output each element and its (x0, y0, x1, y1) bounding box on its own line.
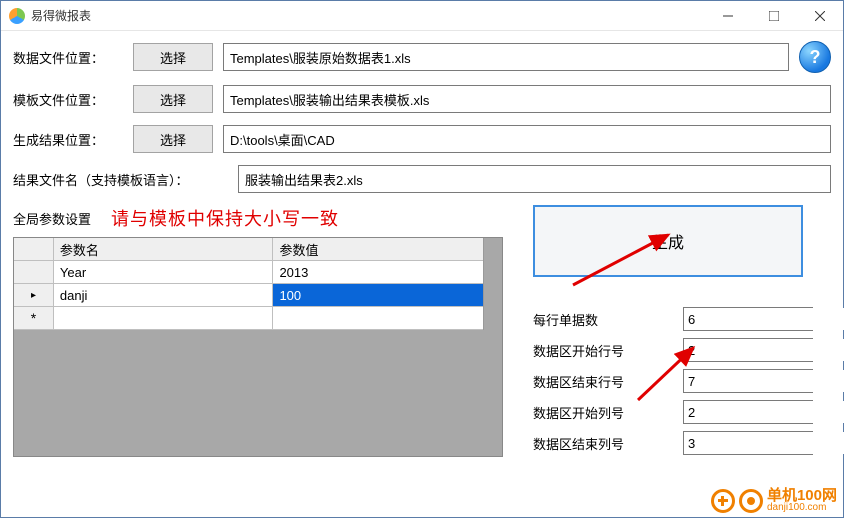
grid-row-header (14, 238, 54, 260)
spinner-input[interactable] (684, 401, 844, 423)
grid-row-indicator (14, 284, 54, 306)
grid-row-indicator (14, 307, 54, 329)
table-row-new[interactable] (14, 307, 483, 330)
params-grid[interactable]: 参数名参数值Year2013danji100 (13, 237, 503, 457)
spinner-input[interactable] (684, 339, 844, 361)
grid-col-name: 参数名 (54, 238, 274, 260)
spinner-label: 每行单据数 (533, 310, 683, 329)
spinner-label: 数据区开始列号 (533, 403, 683, 422)
watermark: 单机100网 danji100.com (711, 488, 837, 513)
watermark-url: danji100.com (767, 503, 837, 513)
param-value-cell[interactable]: 100 (273, 284, 483, 306)
spinner-label: 数据区开始行号 (533, 341, 683, 360)
spinner[interactable]: ▲▼ (683, 338, 813, 362)
grid-col-value: 参数值 (273, 238, 483, 260)
output-loc-input[interactable] (223, 125, 831, 153)
param-value-cell[interactable] (273, 307, 483, 329)
param-name-cell[interactable]: Year (54, 261, 274, 283)
output-name-input[interactable] (238, 165, 831, 193)
choose-data-file-button[interactable]: 选择 (133, 43, 213, 71)
spinner[interactable]: ▲▼ (683, 431, 813, 455)
param-value-cell[interactable]: 2013 (273, 261, 483, 283)
template-file-label: 模板文件位置： (13, 90, 133, 109)
grid-row-indicator (14, 261, 54, 283)
choose-template-file-button[interactable]: 选择 (133, 85, 213, 113)
generate-button[interactable]: 生成 (533, 205, 803, 277)
close-button[interactable] (797, 1, 843, 31)
spinner[interactable]: ▲▼ (683, 369, 813, 393)
table-row[interactable]: danji100 (14, 284, 483, 307)
choose-output-loc-button[interactable]: 选择 (133, 125, 213, 153)
spinner[interactable]: ▲▼ (683, 400, 813, 424)
spinner-input[interactable] (684, 432, 844, 454)
spinner-label: 数据区结束行号 (533, 372, 683, 391)
table-row[interactable]: Year2013 (14, 261, 483, 284)
param-name-cell[interactable] (54, 307, 274, 329)
minimize-button[interactable] (705, 1, 751, 31)
spinner-input[interactable] (684, 308, 844, 330)
maximize-button[interactable] (751, 1, 797, 31)
app-icon (9, 8, 25, 24)
data-file-label: 数据文件位置： (13, 48, 133, 67)
watermark-plus-icon (711, 489, 735, 513)
case-sensitive-note: 请与模板中保持大小写一致 (111, 205, 339, 231)
window-title: 易得微报表 (31, 7, 91, 24)
titlebar: 易得微报表 (1, 1, 843, 31)
global-params-label: 全局参数设置 (13, 209, 91, 228)
spinner[interactable]: ▲▼ (683, 307, 813, 331)
data-file-input[interactable] (223, 43, 789, 71)
spinner-label: 数据区结束列号 (533, 434, 683, 453)
param-name-cell[interactable]: danji (54, 284, 274, 306)
template-file-input[interactable] (223, 85, 831, 113)
spinner-input[interactable] (684, 370, 844, 392)
window-controls (705, 1, 843, 31)
watermark-title: 单机100网 (767, 488, 837, 503)
watermark-dot-icon (739, 489, 763, 513)
help-icon[interactable]: ? (799, 41, 831, 73)
output-loc-label: 生成结果位置： (13, 130, 133, 149)
output-name-label: 结果文件名（支持模板语言）： (13, 170, 238, 189)
